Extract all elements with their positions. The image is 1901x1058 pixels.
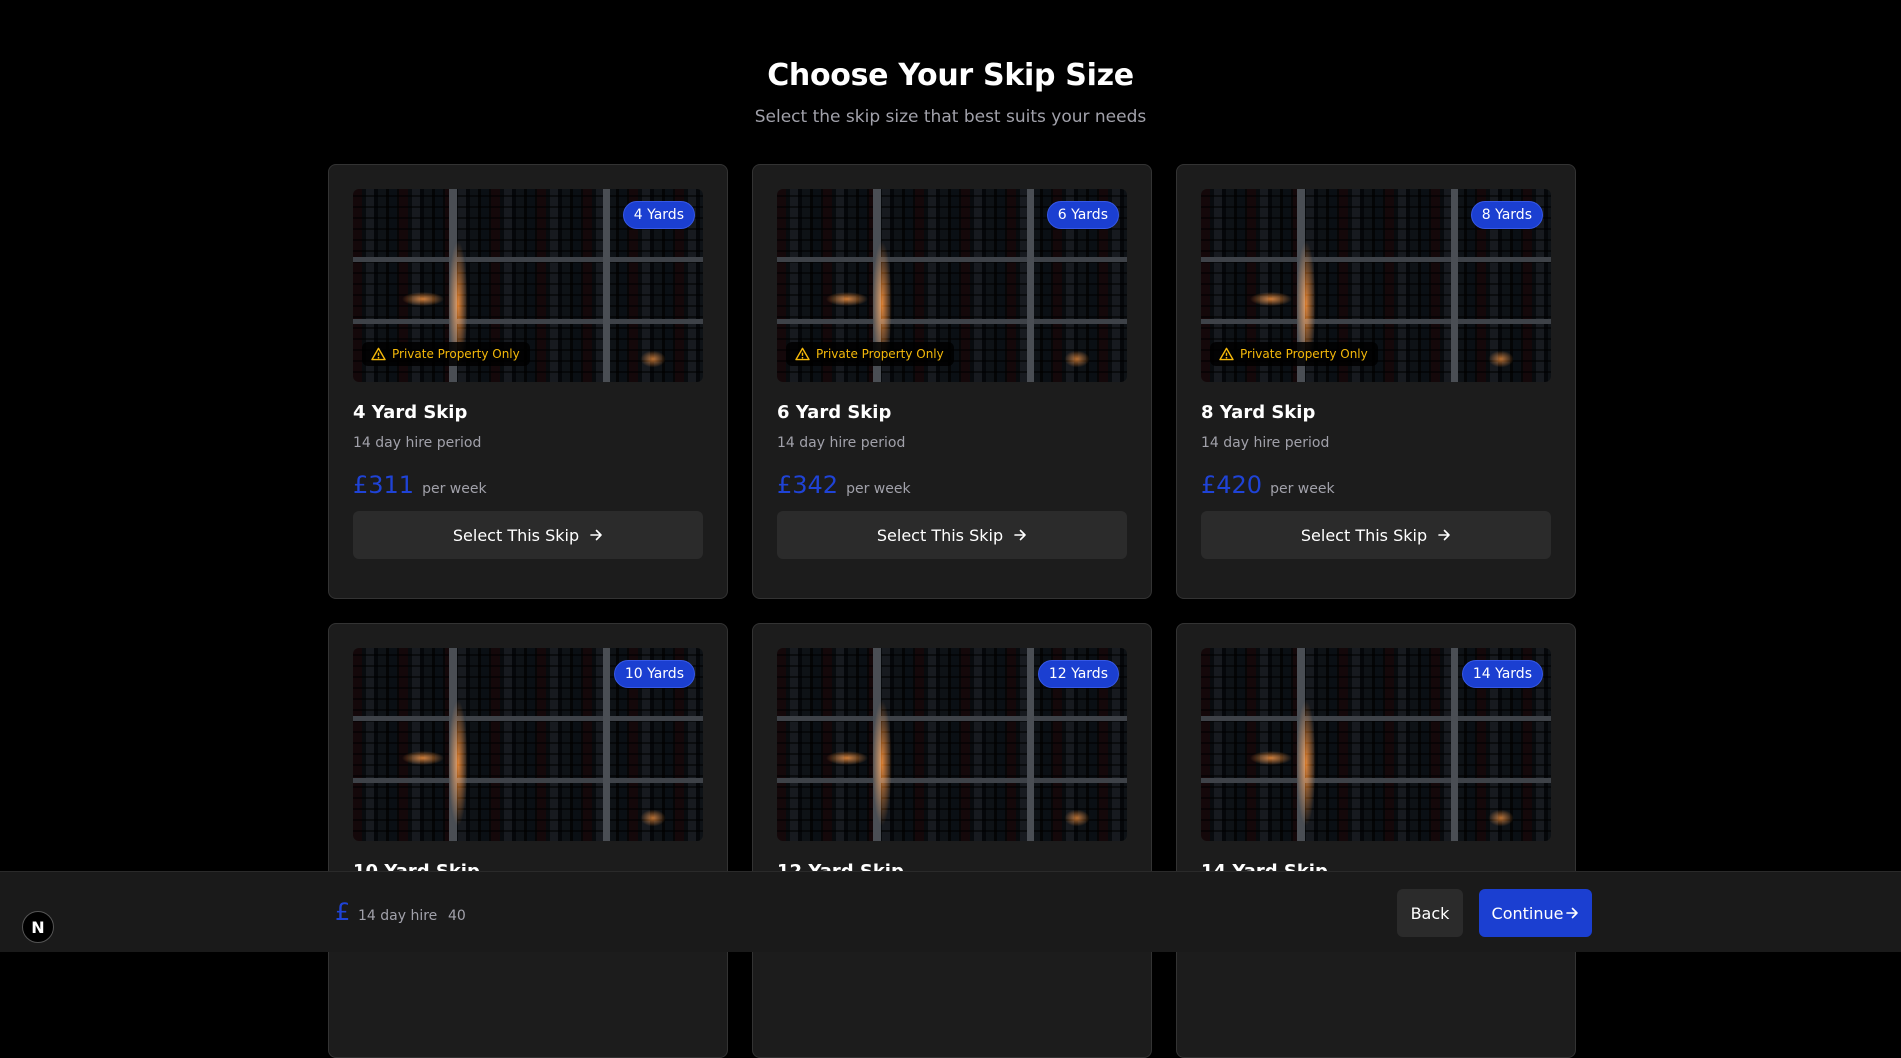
size-badge: 6 Yards	[1046, 201, 1119, 229]
size-badge: 10 Yards	[613, 660, 695, 688]
skip-image: 8 Yards Private Property Only	[1201, 189, 1551, 382]
select-skip-label: Select This Skip	[452, 525, 580, 545]
skip-price: £311	[353, 471, 415, 499]
skip-image: 4 Yards Private Property Only	[353, 189, 703, 382]
private-property-badge: Private Property Only	[786, 342, 954, 366]
skip-price: £420	[1201, 471, 1263, 499]
continue-button[interactable]: Continue	[1479, 889, 1592, 937]
size-badge: 14 Yards	[1461, 660, 1543, 688]
skip-card[interactable]: 12 Yards 12 Yard Skip	[752, 623, 1152, 1058]
skip-card[interactable]: 8 Yards Private Property Only 8 Yard Ski…	[1176, 164, 1576, 599]
skip-card[interactable]: 6 Yards Private Property Only 6 Yard Ski…	[752, 164, 1152, 599]
select-skip-button[interactable]: Select This Skip	[1201, 511, 1551, 559]
skip-image: 14 Yards	[1201, 648, 1551, 841]
private-property-badge: Private Property Only	[1210, 342, 1378, 366]
select-skip-button[interactable]: Select This Skip	[353, 511, 703, 559]
price-unit: per week	[422, 481, 487, 497]
warning-triangle-icon	[371, 347, 386, 361]
skip-card[interactable]: 14 Yards 14 Yard Skip	[1176, 623, 1576, 1058]
continue-label: Continue	[1491, 903, 1564, 923]
warning-triangle-icon	[1219, 347, 1234, 361]
back-button[interactable]: Back	[1397, 889, 1463, 937]
skip-price: £342	[777, 471, 839, 499]
arrow-right-icon	[1566, 907, 1579, 919]
price-row: £420 per week	[1201, 471, 1551, 499]
skip-name: 8 Yard Skip	[1201, 402, 1316, 423]
footer-currency: £	[335, 898, 351, 926]
skip-image: 12 Yards	[777, 648, 1127, 841]
page-subtitle: Select the skip size that best suits you…	[754, 107, 1147, 127]
next-logo-icon[interactable]: N	[22, 911, 54, 943]
footer-value: 40	[448, 908, 466, 924]
price-unit: per week	[846, 481, 911, 497]
skip-name: 4 Yard Skip	[353, 402, 468, 423]
hire-period: 14 day hire period	[353, 435, 482, 451]
private-property-badge: Private Property Only	[362, 342, 530, 366]
price-row: £311 per week	[353, 471, 703, 499]
arrow-right-icon	[1438, 529, 1450, 541]
arrow-right-icon	[590, 529, 602, 541]
arrow-right-icon	[1014, 529, 1026, 541]
skip-image: 6 Yards Private Property Only	[777, 189, 1127, 382]
price-unit: per week	[1270, 481, 1335, 497]
price-row: £342 per week	[777, 471, 1127, 499]
bottom-bar: N £ 14 day hire 40 Back Continue	[0, 871, 1901, 952]
size-badge: 4 Yards	[622, 201, 695, 229]
skip-card[interactable]: 10 Yards 10 Yard Skip	[328, 623, 728, 1058]
hire-period: 14 day hire period	[777, 435, 906, 451]
skip-card[interactable]: 4 Yards Private Property Only 4 Yard Ski…	[328, 164, 728, 599]
select-skip-label: Select This Skip	[876, 525, 1004, 545]
warning-triangle-icon	[795, 347, 810, 361]
hire-period: 14 day hire period	[1201, 435, 1330, 451]
page-header: Choose Your Skip Size Select the skip si…	[0, 58, 1901, 127]
skip-name: 6 Yard Skip	[777, 402, 892, 423]
warning-text: Private Property Only	[816, 347, 944, 361]
page-title: Choose Your Skip Size	[767, 58, 1134, 93]
size-badge: 8 Yards	[1470, 201, 1543, 229]
warning-text: Private Property Only	[1240, 347, 1368, 361]
size-badge: 12 Yards	[1037, 660, 1119, 688]
warning-text: Private Property Only	[392, 347, 520, 361]
select-skip-label: Select This Skip	[1300, 525, 1428, 545]
select-skip-button[interactable]: Select This Skip	[777, 511, 1127, 559]
footer-hire-period: 14 day hire	[358, 908, 438, 924]
skip-image: 10 Yards	[353, 648, 703, 841]
